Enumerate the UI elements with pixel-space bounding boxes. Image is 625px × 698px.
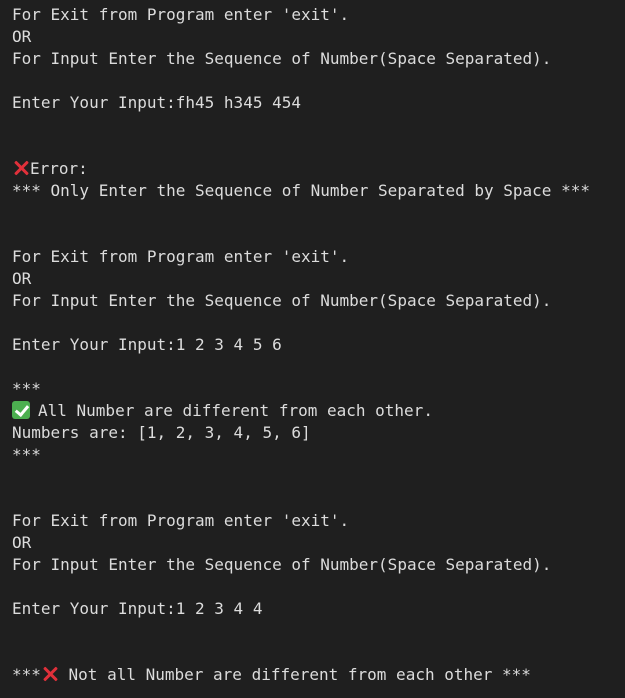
exit-instruction: For Exit from Program enter 'exit'. bbox=[12, 511, 350, 530]
error-title: Error: bbox=[30, 159, 88, 178]
or-text: OR bbox=[12, 269, 32, 288]
result-prefix: *** bbox=[12, 665, 41, 684]
or-text: OR bbox=[12, 533, 32, 552]
check-mark-icon bbox=[12, 401, 30, 419]
success-message: All Number are different from each other… bbox=[38, 401, 433, 420]
cross-mark-icon bbox=[12, 159, 30, 177]
input-instruction: For Input Enter the Sequence of Number(S… bbox=[12, 291, 552, 310]
input-line: Enter Your Input:fh45 h345 454 bbox=[12, 93, 301, 112]
success-line: All Number are different from each other… bbox=[12, 400, 613, 422]
stars-separator: *** bbox=[12, 379, 41, 398]
input-line: Enter Your Input:1 2 3 4 5 6 bbox=[12, 335, 282, 354]
input-line: Enter Your Input:1 2 3 4 4 bbox=[12, 599, 263, 618]
input-instruction: For Input Enter the Sequence of Number(S… bbox=[12, 49, 552, 68]
stars-separator: *** bbox=[12, 445, 41, 464]
exit-instruction: For Exit from Program enter 'exit'. bbox=[12, 247, 350, 266]
terminal-output: For Exit from Program enter 'exit'. OR F… bbox=[0, 0, 625, 698]
result-line: *** Not all Number are different from ea… bbox=[12, 664, 613, 686]
result-message: Not all Number are different from each o… bbox=[58, 665, 531, 684]
error-message: *** Only Enter the Sequence of Number Se… bbox=[12, 181, 590, 200]
input-instruction: For Input Enter the Sequence of Number(S… bbox=[12, 555, 552, 574]
cross-mark-icon bbox=[41, 665, 59, 683]
or-text: OR bbox=[12, 27, 32, 46]
error-heading: Error: bbox=[12, 158, 613, 180]
numbers-list: Numbers are: [1, 2, 3, 4, 5, 6] bbox=[12, 423, 311, 442]
exit-instruction: For Exit from Program enter 'exit'. bbox=[12, 5, 350, 24]
